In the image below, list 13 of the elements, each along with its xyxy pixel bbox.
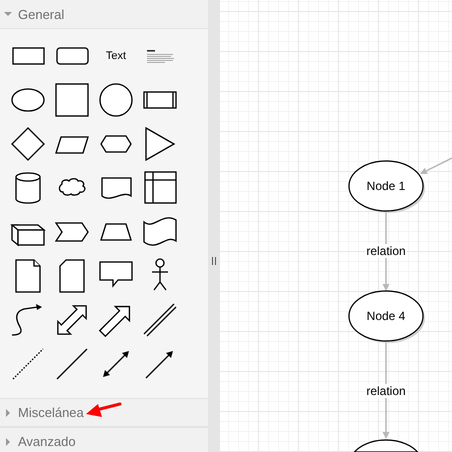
text-shape-button[interactable]: Text [94, 34, 138, 78]
node-ellipse[interactable] [348, 160, 425, 213]
text-block-icon [146, 50, 174, 62]
node-label: Node 4 [366, 309, 406, 323]
resize-handle-icon[interactable] [212, 257, 216, 265]
section-header[interactable]: General [0, 0, 208, 29]
section-header[interactable]: Avanzado [0, 427, 208, 452]
annotation-arrow-icon [84, 401, 122, 419]
node-label: Node 1 [366, 179, 406, 193]
node-ellipse[interactable] [348, 290, 425, 343]
edge-label: relation [365, 244, 407, 258]
section-header[interactable]: Miscelánea [0, 398, 208, 427]
edge-label: relation [365, 384, 407, 398]
